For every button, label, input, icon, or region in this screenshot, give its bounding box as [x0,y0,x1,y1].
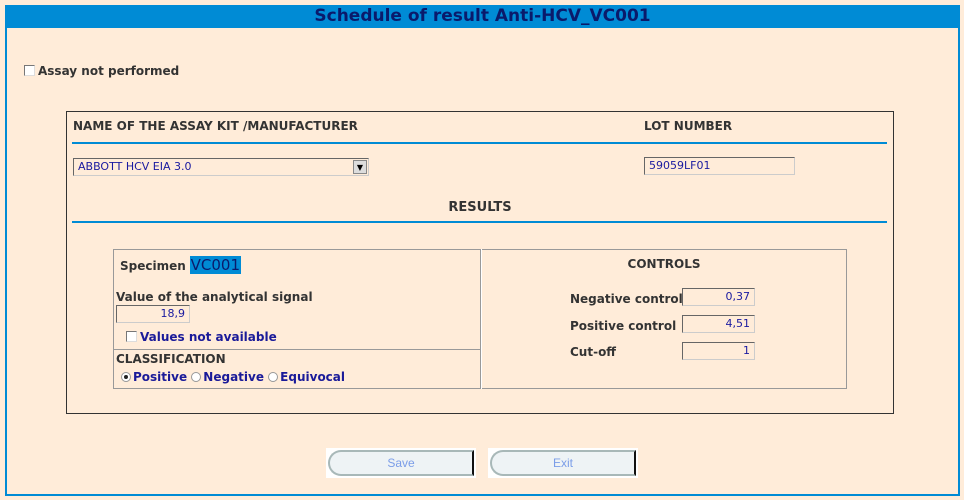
cutoff-input[interactable]: 1 [682,342,755,360]
controls-header: CONTROLS [627,257,701,271]
exit-button-label: Exit [490,450,636,476]
negative-control-label: Negative control [570,292,683,306]
negative-control-input[interactable]: 0,37 [682,288,755,306]
checkbox-box[interactable] [24,65,35,76]
radio-negative[interactable]: Negative [191,370,264,384]
radio-equivocal[interactable]: Equivocal [268,370,345,384]
row-divider [114,349,480,350]
kit-header: NAME OF THE ASSAY KIT /MANUFACTURER [73,119,358,133]
cutoff-label: Cut-off [570,345,617,359]
radio-icon[interactable] [268,372,279,382]
radio-positive[interactable]: Positive [121,370,187,384]
exit-button[interactable]: Exit [488,448,638,478]
positive-control-label: Positive control [570,319,677,333]
assay-not-performed-label: Assay not performed [38,64,180,78]
divider [72,221,887,223]
signal-label: Value of the analytical signal [116,290,313,304]
radio-icon[interactable] [121,372,131,382]
chevron-down-icon[interactable]: ▼ [353,160,367,174]
classification-label: CLASSIFICATION [116,352,226,366]
signal-value-input[interactable]: 18,9 [116,305,190,323]
divider [72,142,887,144]
specimen-id: VC001 [189,256,241,274]
assay-not-performed-checkbox[interactable]: Assay not performed [24,64,179,78]
specimen-label: Specimen [120,259,186,273]
page-title: Schedule of result Anti-HCV_VC001 [5,5,960,28]
classification-radio-group: Positive Negative Equivocal [121,370,345,384]
lot-number-input[interactable]: 59059LF01 [644,157,795,175]
radio-icon[interactable] [191,372,202,382]
radio-label: Equivocal [280,370,346,384]
checkbox-box[interactable] [126,331,137,342]
radio-label: Positive [133,370,188,384]
radio-label: Negative [203,370,264,384]
save-button[interactable]: Save [326,448,476,478]
values-not-available-checkbox[interactable]: Values not available [126,330,277,344]
values-not-available-label: Values not available [140,330,277,344]
save-button-label: Save [328,450,474,476]
lot-header: LOT NUMBER [644,119,733,133]
results-header: RESULTS [448,200,512,215]
kit-select[interactable]: ABBOTT HCV EIA 3.0 ▼ [73,158,369,176]
kit-selected-value: ABBOTT HCV EIA 3.0 [78,160,192,173]
positive-control-input[interactable]: 4,51 [682,315,755,333]
